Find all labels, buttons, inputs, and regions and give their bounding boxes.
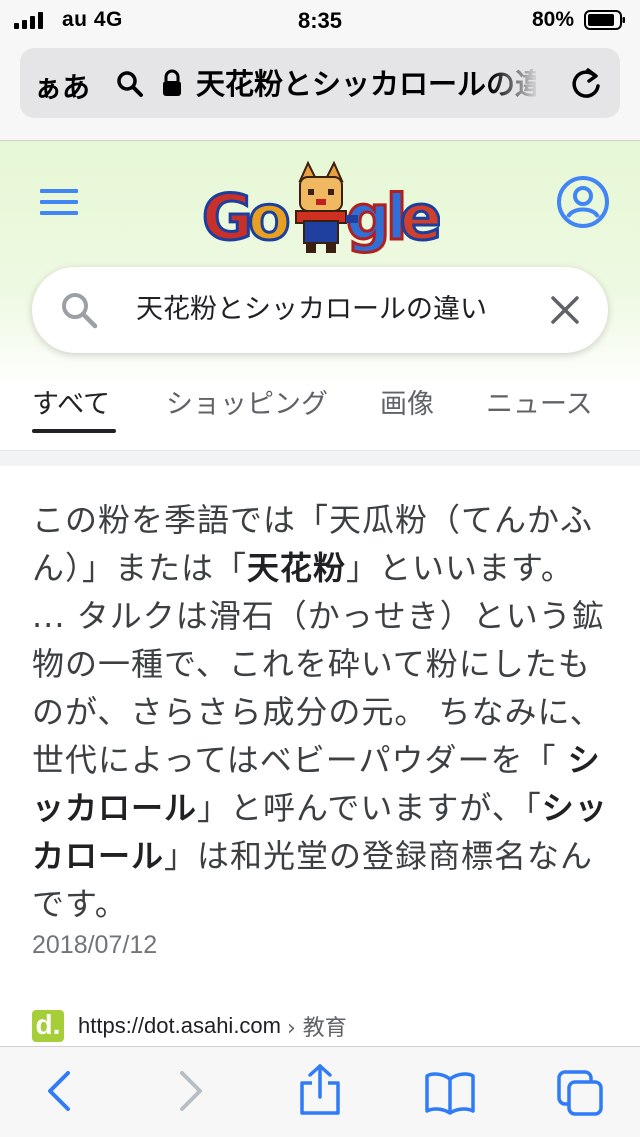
search-input[interactable]: 天花粉とシッカロールの違い: [136, 287, 556, 333]
result-date: 2018/07/12: [32, 931, 158, 959]
lock-icon: [163, 69, 181, 96]
search-tabs: すべて ショッピング 画像 ニュース: [0, 387, 640, 443]
battery-percentage: 80%: [531, 8, 574, 31]
account-icon[interactable]: [556, 175, 610, 229]
snippet-text: 」と呼んでいますが、「: [197, 789, 542, 827]
source-url[interactable]: https://dot.asahi.com: [78, 1013, 281, 1039]
address-url[interactable]: 天花粉とシッカロールの違い: [196, 62, 536, 106]
url-fade: [490, 60, 540, 108]
tabs-icon[interactable]: [556, 1069, 604, 1117]
reload-icon[interactable]: [568, 66, 604, 102]
svg-text:e: e: [400, 181, 440, 254]
svg-text:G: G: [202, 181, 253, 254]
browser-toolbar: [0, 1046, 640, 1137]
close-icon[interactable]: [550, 295, 580, 325]
result-source[interactable]: d. https://dot.asahi.com › 教育: [32, 1006, 347, 1046]
tab-images[interactable]: 画像: [380, 387, 434, 431]
result-snippet: この粉を季語では「天瓜粉（てんかふん）」または「天花粉」といいます。 ... タ…: [32, 496, 612, 928]
menu-icon[interactable]: [40, 189, 78, 215]
forward-icon[interactable]: [176, 1069, 206, 1113]
tab-all[interactable]: すべて: [32, 387, 110, 431]
page-settings-button[interactable]: ぁあ: [34, 66, 90, 106]
tab-news[interactable]: ニュース: [486, 387, 593, 431]
search-box[interactable]: 天花粉とシッカロールの違い: [32, 267, 608, 353]
bookmarks-icon[interactable]: [424, 1071, 476, 1115]
tab-shopping[interactable]: ショッピング: [166, 387, 328, 431]
share-icon[interactable]: [296, 1063, 344, 1117]
active-tab-indicator: [32, 429, 116, 433]
source-breadcrumb[interactable]: › 教育: [287, 1010, 347, 1042]
svg-text:o: o: [248, 181, 291, 254]
snippet-highlight: 天花粉: [247, 549, 347, 587]
section-divider: [0, 450, 640, 466]
battery-icon: [584, 10, 625, 30]
google-doodle-logo[interactable]: G o g l e: [200, 159, 440, 259]
back-icon[interactable]: [44, 1069, 74, 1113]
browser-address-area: ぁあ 天花粉とシッカロールの違い: [0, 40, 640, 141]
search-icon: [117, 71, 143, 97]
google-header: G o g l e 天花粉とシッカロールの違い すべて ショッピング 画像 ニュ…: [0, 141, 640, 450]
status-bar: au 4G 8:35 80%: [0, 0, 640, 40]
search-icon[interactable]: [60, 291, 98, 329]
site-favicon: d.: [32, 1010, 64, 1042]
address-bar[interactable]: ぁあ 天花粉とシッカロールの違い: [20, 48, 620, 118]
